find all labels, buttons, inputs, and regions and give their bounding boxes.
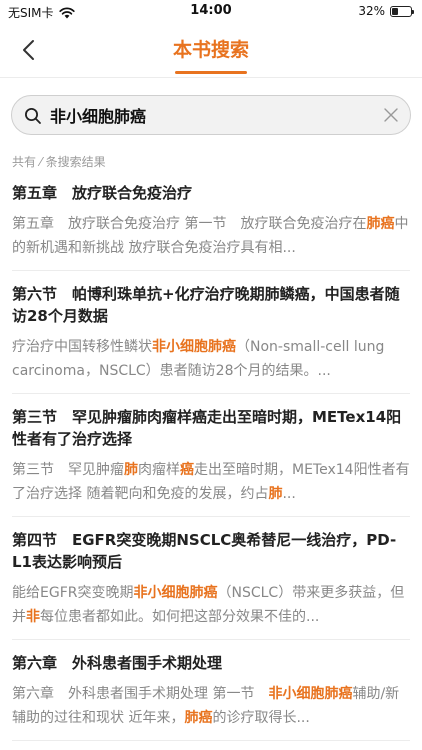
snippet-text: 第三节 罕见肿瘤 — [12, 462, 124, 478]
snippet-text: 第五章 放疗联合免疫治疗 第一节 放疗联合免疫治疗在 — [12, 216, 367, 232]
result-item[interactable]: 第五章 放疗联合免疫治疗第五章 放疗联合免疫治疗 第一节 放疗联合免疫治疗在肺癌… — [12, 170, 410, 271]
result-title: 第六节 帕博利珠单抗+化疗治疗晚期肺鳞癌，中国患者随访28个月数据 — [12, 285, 400, 325]
result-title: 第四节 EGFR突变晚期NSCLC奥希替尼一线治疗，PD-L1表达影响预后 — [12, 531, 397, 571]
search-highlight: 肺 — [268, 486, 283, 502]
search-highlight: 肺癌 — [184, 710, 213, 726]
snippet-text: 第六章 外科患者围手术期处理 第一节 — [12, 686, 269, 702]
snippet-text: 肉瘤样 — [138, 462, 180, 478]
results-list: 第五章 放疗联合免疫治疗 第五章 放疗联合免疫治疗 第一节 放疗联合免疫治疗在肺癌… — [12, 170, 410, 741]
result-item[interactable]: 第六章 外科患者围手术期处理第六章 外科患者围手术期处理 第一节 非小细胞肺癌辅… — [12, 640, 410, 741]
result-title: 第五章 放疗联合免疫治疗 — [12, 184, 193, 202]
title-underline — [175, 71, 247, 74]
search-highlight: 肺癌 — [366, 216, 395, 232]
result-snippet: 第三节 罕见肿瘤肺肉瘤样癌走出至暗时期，METex14阳性者有了治疗选择 随着靶… — [12, 458, 410, 506]
nav-bar: 本书搜索 — [0, 22, 422, 78]
result-snippet: 第五章 放疗联合免疫治疗 第一节 放疗联合免疫治疗在肺癌中的新机遇和新挑战 放疗… — [12, 212, 410, 260]
snippet-text: 能给EGFR突变晚期 — [12, 585, 134, 601]
page-title: 本书搜索 — [172, 39, 249, 61]
snippet-text: ... — [282, 486, 296, 502]
result-item[interactable]: 第六节 帕博利珠单抗+化疗治疗晚期肺鳞癌，中国患者随访28个月数据疗治疗中国转移… — [12, 271, 410, 394]
result-item[interactable]: 第三节 罕见肿瘤肺肉瘤样癌走出至暗时期，METex14阳性者有了治疗选择第三节 … — [12, 394, 410, 517]
result-item[interactable]: 第四节 EGFR突变晚期NSCLC奥希替尼一线治疗，PD-L1表达影响预后能给E… — [12, 517, 410, 640]
search-highlight: 非小细胞肺癌 — [268, 686, 353, 702]
close-icon[interactable] — [382, 106, 400, 124]
battery-percent: 32% — [358, 4, 385, 18]
search-bar[interactable] — [11, 95, 411, 135]
result-snippet: 疗治疗中国转移性鳞状非小细胞肺癌（Non-small-cell lung car… — [12, 335, 410, 383]
result-snippet: 能给EGFR突变晚期非小细胞肺癌（NSCLC）带来更多获益，但并非每位患者都如此… — [12, 581, 410, 629]
result-count: 共有 ⁄ 条搜索结果 — [12, 155, 106, 169]
snippet-text: 疗治疗中国转移性鳞状 — [12, 339, 152, 355]
status-right: 32% — [358, 4, 414, 18]
snippet-text: 每位患者都如此。如何把这部分效果不佳的... — [40, 609, 320, 625]
battery-icon — [390, 5, 414, 17]
nav-divider — [0, 77, 422, 78]
search-highlight: 肺 — [124, 462, 138, 478]
result-snippet: 第六章 外科患者围手术期处理 第一节 非小细胞肺癌辅助/新辅助的过往和现状 近年… — [12, 682, 410, 730]
battery-level — [392, 7, 398, 15]
result-title: 第三节 罕见肿瘤肺肉瘤样癌走出至暗时期，METex14阳性者有了治疗选择 — [12, 408, 402, 448]
status-bar: 无SIM卡 14:00 32% — [0, 0, 422, 22]
search-input[interactable] — [50, 100, 370, 130]
search-icon — [25, 108, 41, 124]
search-highlight: 非小细胞肺癌 — [133, 585, 218, 601]
search-highlight: 癌 — [180, 462, 194, 478]
search-highlight: 非小细胞肺癌 — [152, 339, 236, 355]
result-title: 第六章 外科患者围手术期处理 — [12, 654, 223, 672]
search-highlight: 非 — [26, 609, 40, 625]
snippet-text: 的诊疗取得长... — [212, 710, 310, 726]
